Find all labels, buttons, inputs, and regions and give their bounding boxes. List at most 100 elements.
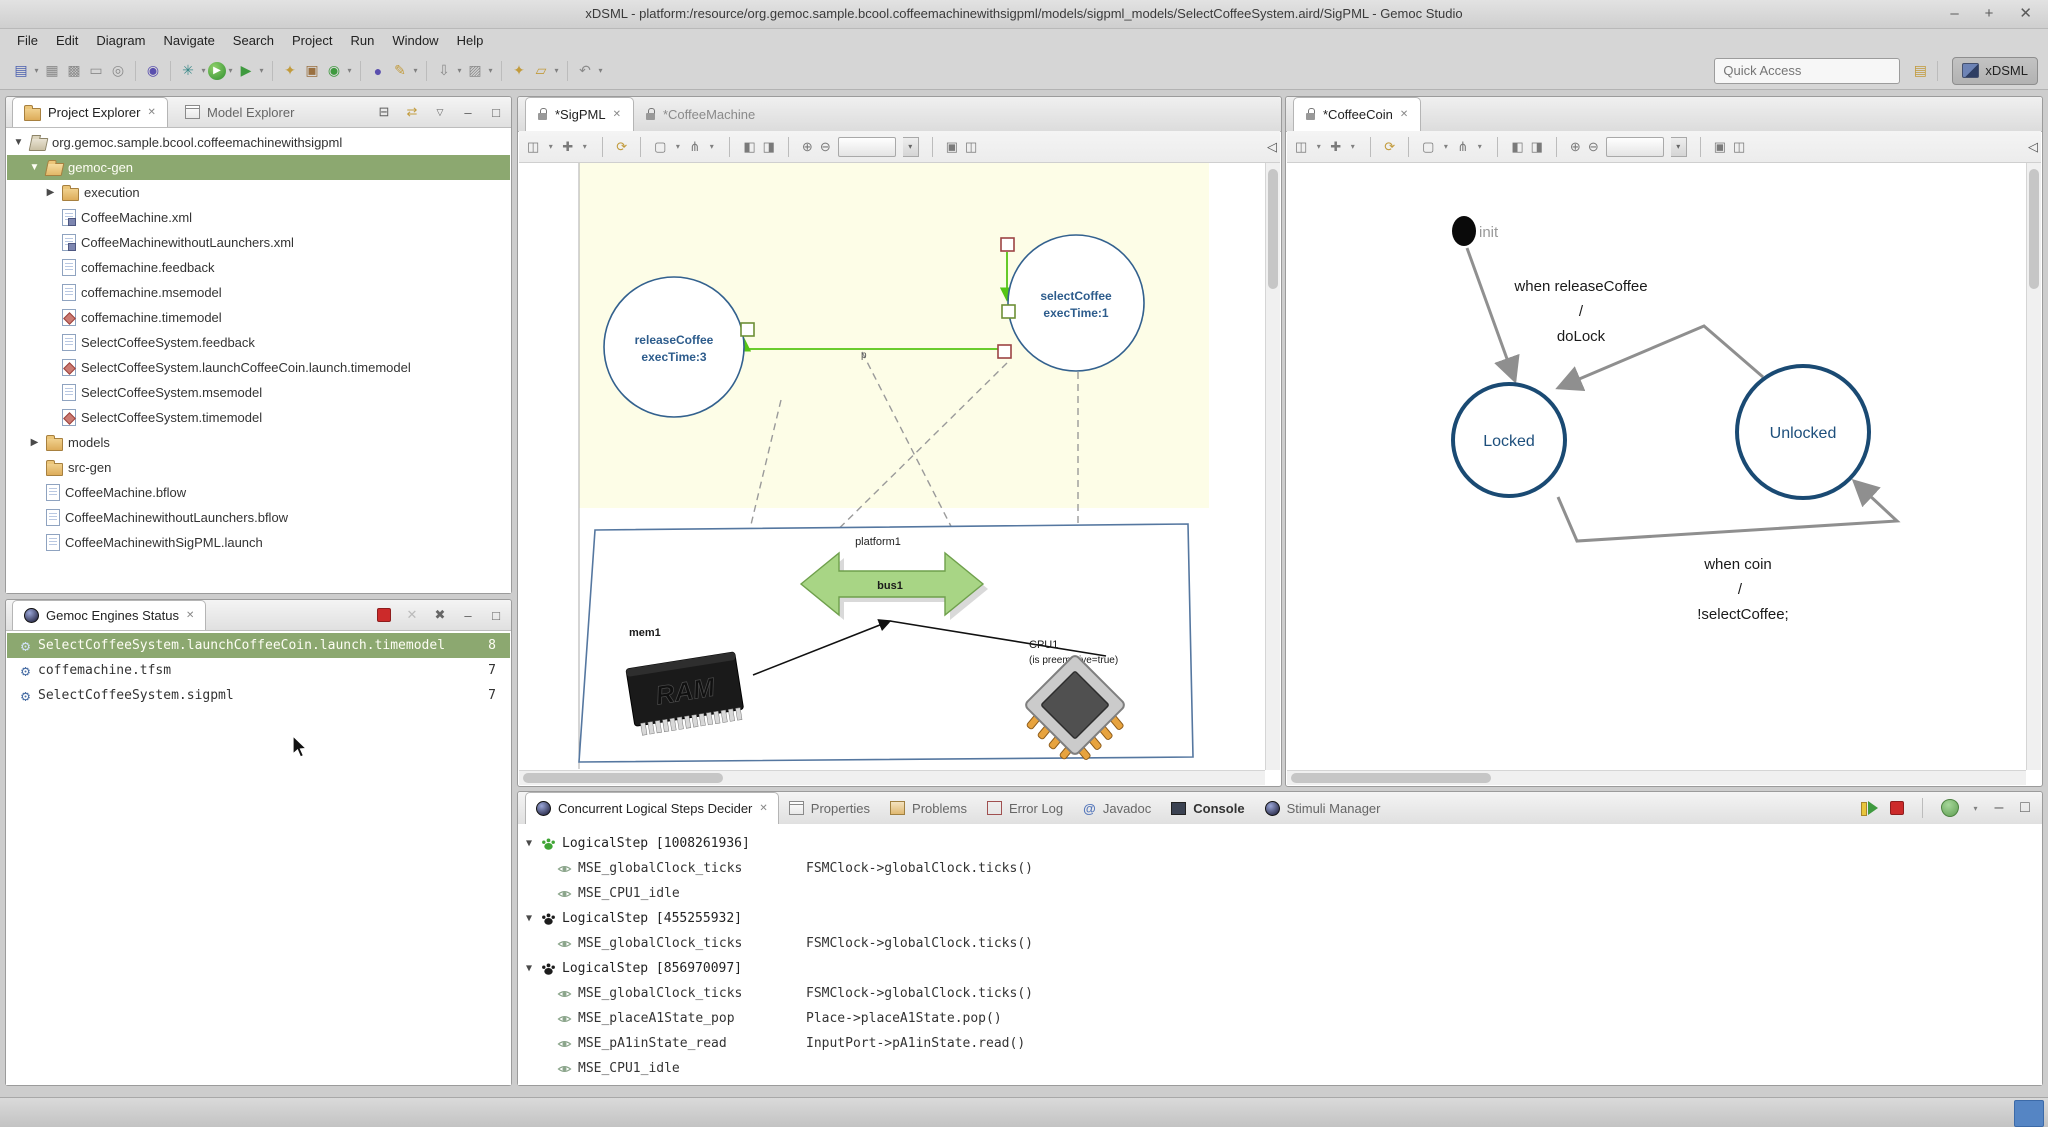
output-port[interactable]: [741, 323, 754, 336]
tree-row[interactable]: coffemachine.msemodel: [7, 280, 510, 305]
stop-engine-icon[interactable]: [377, 608, 391, 622]
tab-problems[interactable]: Problems: [880, 792, 977, 824]
refresh-icon[interactable]: ⟳: [616, 139, 627, 155]
run-dropdown-icon[interactable]: ▾: [226, 66, 235, 75]
new-wizard-icon[interactable]: ▤: [11, 60, 31, 82]
actor-selectcoffee[interactable]: [1008, 235, 1144, 371]
maximize-view-icon[interactable]: □: [2018, 799, 2032, 817]
tab-concurrent-logical-steps-decider[interactable]: Concurrent Logical Steps Decider ✕: [525, 792, 779, 824]
desktop-taskbar[interactable]: [0, 1097, 2048, 1127]
align-right-icon[interactable]: ◨: [763, 139, 775, 155]
skip-dropdown-icon[interactable]: ▾: [199, 66, 208, 75]
tree-row[interactable]: coffemachine.timemodel: [7, 305, 510, 330]
close-icon[interactable]: ✕: [613, 109, 621, 120]
maximize-view-icon[interactable]: □: [489, 105, 503, 120]
mse-row[interactable]: MSE_globalClock_ticks FSMClock->globalCl…: [518, 856, 2042, 881]
transition-locked-unlocked[interactable]: [1558, 481, 1897, 541]
menu-window[interactable]: Window: [383, 31, 447, 50]
close-icon[interactable]: ✕: [147, 107, 155, 118]
expander-icon[interactable]: ▶: [44, 187, 57, 198]
zoom-out-icon[interactable]: ⊖: [1588, 139, 1599, 155]
tree-row[interactable]: CoffeeMachine.xml: [7, 205, 510, 230]
logical-step-group[interactable]: ▼ LogicalStep [455255932]: [518, 906, 2042, 931]
stop-icon[interactable]: [1890, 801, 1904, 815]
zoom-in-icon[interactable]: ⊕: [802, 139, 813, 155]
tab-project-explorer[interactable]: Project Explorer ✕: [12, 97, 168, 127]
titlebar[interactable]: xDSML - platform:/resource/org.gemoc.sam…: [0, 0, 2048, 29]
tab-gemoc-engines-status[interactable]: Gemoc Engines Status ✕: [12, 600, 206, 630]
save-icon[interactable]: ▦: [42, 60, 62, 82]
annotate-icon[interactable]: ✎: [390, 60, 410, 82]
tab-model-explorer[interactable]: Model Explorer: [174, 97, 305, 127]
minimize-view-icon[interactable]: –: [461, 608, 475, 623]
tree-row[interactable]: ▶models: [7, 430, 510, 455]
quick-access-input[interactable]: [1714, 58, 1900, 84]
input-port[interactable]: [1001, 238, 1014, 251]
logical-step-group[interactable]: ▼ LogicalStep [856970097]: [518, 956, 2042, 981]
layers-icon[interactable]: ◫: [1733, 139, 1745, 155]
select-tool-icon[interactable]: ◫: [527, 139, 539, 155]
tab-javadoc[interactable]: @ Javadoc: [1073, 792, 1161, 824]
dropdown-icon[interactable]: ▾: [1475, 142, 1484, 151]
open-sphere-icon[interactable]: ●: [368, 60, 388, 82]
tab-sigpml[interactable]: *SigPML ✕: [525, 97, 634, 131]
mark-occurrences-icon[interactable]: ▨: [465, 60, 485, 82]
export-image-icon[interactable]: ▣: [946, 139, 958, 155]
sigpml-canvas[interactable]: p 1 releaseCoffee execTime:3 selectCoffe…: [519, 163, 1265, 770]
engine-row[interactable]: ⚙ SelectCoffeeSystem.sigpml 7: [7, 683, 510, 708]
decider-shield-icon[interactable]: [1941, 799, 1959, 817]
minimize-icon[interactable]: –: [1950, 0, 1958, 28]
expander-icon[interactable]: ▼: [523, 963, 535, 974]
initial-state[interactable]: [1452, 216, 1476, 246]
tree-row[interactable]: CoffeeMachinewithoutLaunchers.xml: [7, 230, 510, 255]
tab-stimuli-manager[interactable]: Stimuli Manager: [1255, 792, 1391, 824]
mse-row[interactable]: MSE_globalClock_ticks FSMClock->globalCl…: [518, 981, 2042, 1006]
tree-row[interactable]: CoffeeMachinewithoutLaunchers.bflow: [7, 505, 510, 530]
marquee-icon[interactable]: ✚: [562, 139, 573, 155]
tree-row[interactable]: SelectCoffeeSystem.feedback: [7, 330, 510, 355]
engine-row[interactable]: ⚙ coffemachine.tfsm 7: [7, 658, 510, 683]
view-menu-icon[interactable]: ▽: [433, 107, 447, 118]
dropdown-icon[interactable]: ▾: [1441, 142, 1450, 151]
mse-row[interactable]: MSE_placeA1State_pop Place->placeA1State…: [518, 1006, 2042, 1031]
zoom-level-combo[interactable]: [1606, 137, 1664, 157]
zoom-dropdown-icon[interactable]: ▾: [903, 137, 919, 157]
pulldown-dropdown-icon[interactable]: ▾: [455, 66, 464, 75]
mse-row[interactable]: MSE_CPU1_idle: [518, 881, 2042, 906]
logical-step-group[interactable]: ▼ LogicalStep [1008261936]: [518, 831, 2042, 856]
open-perspective-icon[interactable]: ▤: [1910, 60, 1930, 82]
new-class-icon[interactable]: ◉: [324, 60, 344, 82]
expander-icon[interactable]: ▼: [523, 838, 535, 849]
open-element-dropdown-icon[interactable]: ▾: [552, 66, 561, 75]
tab-console[interactable]: Console: [1161, 792, 1254, 824]
input-port[interactable]: [998, 345, 1011, 358]
save-all-icon[interactable]: ▩: [64, 60, 84, 82]
minimize-view-icon[interactable]: –: [461, 105, 475, 120]
external-tools-icon[interactable]: ▶: [236, 60, 256, 82]
dropdown-icon[interactable]: ▾: [546, 142, 555, 151]
new-package-icon[interactable]: ▣: [302, 60, 322, 82]
tree-row[interactable]: SelectCoffeeSystem.timemodel: [7, 405, 510, 430]
pulldown-icon[interactable]: ⇩: [434, 60, 454, 82]
menu-edit[interactable]: Edit: [47, 31, 87, 50]
maximize-view-icon[interactable]: □: [489, 608, 503, 623]
vertical-scrollbar[interactable]: [1265, 163, 1280, 770]
link-editor-icon[interactable]: ⇄: [405, 104, 419, 120]
maximize-icon[interactable]: +: [1985, 0, 1994, 28]
tree-row[interactable]: CoffeeMachine.bflow: [7, 480, 510, 505]
refresh-icon[interactable]: ⟳: [1384, 139, 1395, 155]
resume-icon[interactable]: [1861, 801, 1878, 815]
tree-row[interactable]: src-gen: [7, 455, 510, 480]
close-icon[interactable]: ✕: [1400, 109, 1408, 120]
tree-row[interactable]: CoffeeMachinewithSigPML.launch: [7, 530, 510, 555]
export-image-icon[interactable]: ▣: [1714, 139, 1726, 155]
show-desktop-button[interactable]: [2014, 1100, 2044, 1127]
horizontal-scrollbar[interactable]: [519, 770, 1265, 785]
marquee-icon[interactable]: ✚: [1330, 139, 1341, 155]
dropdown-icon[interactable]: ▾: [707, 142, 716, 151]
dropdown-icon[interactable]: ▾: [1348, 142, 1357, 151]
tree-row-selected[interactable]: ▼gemoc-gen: [7, 155, 510, 180]
debug-icon[interactable]: ◉: [143, 60, 163, 82]
layers-icon[interactable]: ◫: [965, 139, 977, 155]
annotate-dropdown-icon[interactable]: ▾: [411, 66, 420, 75]
